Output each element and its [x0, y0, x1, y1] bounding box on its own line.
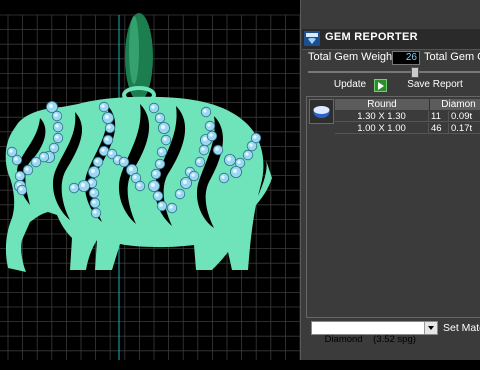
gem-highlight	[201, 147, 205, 151]
gem-highlight	[49, 104, 53, 108]
total-count-label: Total Gem Co	[424, 51, 480, 63]
row-2-count: 46	[429, 123, 449, 134]
gem-highlight	[163, 137, 167, 141]
gem-highlight	[107, 125, 111, 129]
gem-highlight	[133, 175, 137, 179]
gem-highlight	[159, 149, 163, 153]
gem-highlight	[105, 115, 109, 119]
panel-title: GEM REPORTER	[325, 31, 418, 43]
set-material-button[interactable]: Set Mate	[443, 322, 480, 334]
gem-highlight	[221, 175, 225, 179]
play-icon[interactable]	[374, 79, 387, 92]
slider-thumb[interactable]	[411, 67, 419, 78]
gem-highlight	[203, 109, 207, 113]
gem-highlight	[233, 169, 237, 173]
gem-highlight	[109, 151, 113, 155]
gem-highlight	[101, 104, 105, 108]
column-header-diamond[interactable]: Diamon	[430, 99, 480, 110]
gem-highlight	[137, 183, 141, 187]
gem-highlight	[19, 187, 23, 191]
gem-highlight	[41, 154, 45, 158]
gem-highlight	[207, 123, 211, 127]
gem-highlight	[121, 159, 125, 163]
gem-highlight	[95, 159, 99, 163]
gem-highlight	[54, 113, 58, 117]
update-button[interactable]: Update	[330, 78, 370, 93]
round-gem-icon	[309, 99, 334, 124]
row-1-count: 11	[429, 111, 449, 122]
gem-highlight	[9, 149, 13, 153]
gem-highlight	[129, 167, 133, 171]
gem-highlight	[155, 193, 159, 197]
gem-highlight	[89, 180, 93, 184]
panel-titlebar[interactable]: GEM REPORTER	[302, 29, 480, 50]
gem-highlight	[51, 145, 55, 149]
total-weight-field[interactable]: 26	[392, 51, 420, 65]
3d-viewport[interactable]	[0, 0, 300, 360]
material-select-value: Diamond (3.52 spg)	[324, 334, 416, 345]
chevron-down-icon[interactable]	[424, 322, 437, 334]
gem-highlight	[157, 161, 161, 165]
gem-highlight	[151, 183, 155, 187]
gem-highlight	[55, 135, 59, 139]
gem-highlight	[157, 115, 161, 119]
gem-highlight	[105, 137, 109, 141]
material-row: Diamond (3.52 spg) Set Mate	[306, 320, 480, 345]
gem-highlight	[55, 124, 59, 128]
gem-highlight	[187, 169, 191, 173]
gem-highlight	[227, 157, 231, 161]
column-header-round[interactable]: Round	[335, 99, 430, 110]
gem-highlight	[161, 125, 165, 129]
gem-highlight	[215, 147, 219, 151]
totals-row: Total Gem Weight 26 Total Gem Co	[306, 50, 480, 66]
gem-highlight	[91, 169, 95, 173]
row-1-weight: 0.09t	[449, 111, 480, 122]
gem-highlight	[169, 205, 173, 209]
gem-highlight	[92, 200, 96, 204]
gem-reporter-icon	[304, 31, 320, 46]
threshold-slider[interactable]	[306, 66, 480, 78]
gem-highlight	[151, 105, 155, 109]
save-report-button[interactable]: Save Report	[398, 78, 472, 93]
gem-highlight	[93, 210, 97, 214]
gem-highlight	[209, 133, 213, 137]
gem-highlight	[81, 183, 85, 187]
gem-highlight	[197, 159, 201, 163]
gem-highlight	[191, 173, 195, 177]
gem-highlight	[14, 157, 18, 161]
viewport-canvas[interactable]	[0, 0, 300, 360]
row-1-size: 1.30 X 1.30	[335, 111, 429, 122]
gem-highlight	[183, 180, 187, 184]
action-buttons: Update Save Report	[306, 78, 480, 94]
gem-highlight	[253, 135, 257, 139]
gem-highlight	[237, 160, 241, 164]
gem-highlight	[115, 157, 119, 161]
gem-highlight	[71, 185, 75, 189]
gem-highlight	[25, 167, 29, 171]
gem-highlight	[17, 173, 21, 177]
gem-highlight	[177, 191, 181, 195]
slider-track	[308, 71, 480, 73]
total-weight-label: Total Gem Weight	[308, 51, 396, 63]
gem-highlight	[101, 148, 105, 152]
material-select[interactable]: Diamond (3.52 spg)	[311, 321, 438, 345]
gem-highlight	[245, 152, 249, 156]
gem-highlight	[203, 137, 207, 141]
gem-highlight	[159, 203, 163, 207]
row-2-size: 1.00 X 1.00	[335, 123, 429, 134]
gem-highlight	[91, 190, 95, 194]
gem-highlight	[249, 143, 253, 147]
gem-report-table: Round Diamon 1.30 X 1.30 11 0.09t 1.00 X…	[306, 96, 480, 318]
gem-highlight	[33, 159, 37, 163]
row-2-weight: 0.17t	[449, 123, 480, 134]
gem-highlight	[153, 171, 157, 175]
